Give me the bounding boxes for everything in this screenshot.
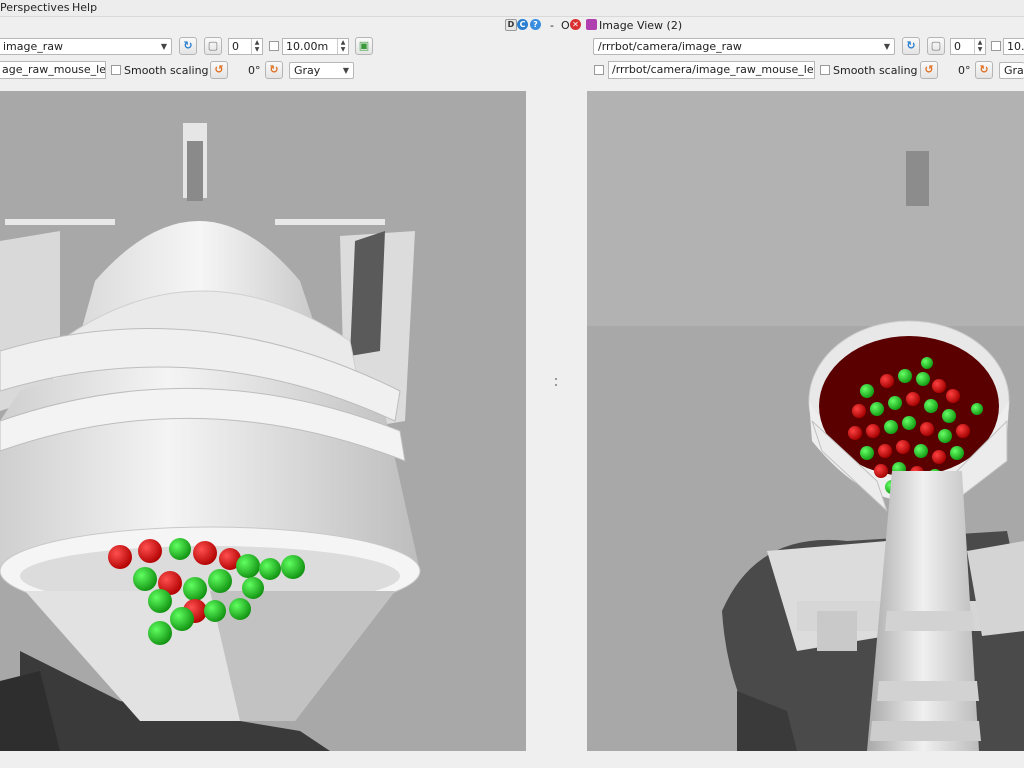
save-icon: ▢ (207, 39, 219, 52)
left-image-view[interactable] (0, 91, 526, 751)
right-dynamic-range-checkbox[interactable] (991, 41, 1001, 51)
right-topic-value: /rrrbot/camera/image_raw (598, 40, 742, 53)
right-camera-image (587, 91, 1024, 751)
left-rotation-label: 0° (248, 64, 261, 77)
right-topic-combo[interactable]: /rrrbot/camera/image_raw ▼ (593, 38, 895, 55)
left-min-value: 0 (232, 40, 239, 53)
rotate-left-icon: ↺ (214, 63, 224, 76)
restore-button[interactable]: O (561, 19, 570, 32)
plugin-titlebar: D C ? - O ✕ Image View (2) (0, 17, 1024, 34)
right-save-button[interactable]: ▢ (927, 37, 945, 55)
left-save-button[interactable]: ▢ (204, 37, 222, 55)
minimize-button[interactable]: - (550, 19, 554, 32)
left-color-scheme-combo[interactable]: Gray ▼ (289, 62, 354, 79)
right-image-view[interactable] (587, 91, 1024, 751)
left-max-value: 10.00m (286, 40, 329, 53)
dock-icon[interactable]: D (505, 19, 517, 31)
spin-arrows-icon[interactable]: ▲ ▼ (251, 39, 262, 54)
right-color-scheme-value: Gray (1004, 64, 1024, 77)
left-topic-combo[interactable]: image_raw ▼ (0, 38, 172, 55)
right-smooth-scaling-checkbox[interactable] (820, 65, 830, 75)
chevron-down-icon: ▼ (160, 42, 167, 51)
refresh-icon: ↻ (183, 39, 193, 52)
right-max-value: 10. (1007, 40, 1024, 53)
left-dynamic-range-checkbox[interactable] (269, 41, 279, 51)
left-rotate-left-button[interactable]: ↺ (210, 61, 228, 79)
menubar: Perspectives Help (0, 0, 1024, 16)
image-view-icon (586, 19, 597, 30)
right-min-spinbox[interactable]: 0 ▲ ▼ (950, 38, 986, 55)
left-smooth-scaling-label: Smooth scaling (124, 64, 209, 77)
rotate-right-icon: ↻ (979, 63, 989, 76)
right-rotation-label: 0° (958, 64, 971, 77)
image-icon: ▣ (358, 39, 370, 52)
left-mouse-topic-field[interactable]: age_raw_mouse_left (0, 61, 106, 79)
left-color-scheme-value: Gray (294, 64, 321, 77)
spin-arrows-icon[interactable]: ▲ ▼ (974, 39, 985, 54)
reload-icon[interactable]: C (517, 19, 528, 30)
right-min-value: 0 (954, 40, 961, 53)
left-topic-value: image_raw (3, 40, 64, 53)
right-smooth-scaling-label: Smooth scaling (833, 64, 918, 77)
right-refresh-button[interactable]: ↻ (902, 37, 920, 55)
help-icon[interactable]: ? (530, 19, 541, 30)
left-max-spinbox[interactable]: 10.00m ▲ ▼ (282, 38, 349, 55)
left-rotate-right-button[interactable]: ↻ (265, 61, 283, 79)
left-min-spinbox[interactable]: 0 ▲ ▼ (228, 38, 263, 55)
right-mouse-topic-field[interactable]: /rrrbot/camera/image_raw_mouse_left (608, 61, 815, 79)
chevron-down-icon: ▼ (342, 66, 349, 75)
right-publish-checkbox[interactable] (594, 65, 604, 75)
left-smooth-scaling-checkbox[interactable] (111, 65, 121, 75)
menu-perspectives[interactable]: Perspectives (0, 1, 69, 14)
chevron-down-icon: ▼ (883, 42, 890, 51)
refresh-icon: ↻ (906, 39, 916, 52)
window-title: Image View (2) (599, 19, 683, 32)
right-rotate-right-button[interactable]: ↻ (975, 61, 993, 79)
splitter-handle[interactable] (553, 370, 559, 400)
save-icon: ▢ (930, 39, 942, 52)
close-icon[interactable]: ✕ (570, 19, 581, 30)
right-max-spinbox[interactable]: 10. (1003, 38, 1024, 55)
menu-help[interactable]: Help (72, 1, 97, 14)
rotate-left-icon: ↺ (924, 63, 934, 76)
left-camera-image (0, 91, 526, 751)
right-color-scheme-combo[interactable]: Gray (999, 62, 1024, 79)
rotate-right-icon: ↻ (269, 63, 279, 76)
left-image-button[interactable]: ▣ (355, 37, 373, 55)
right-rotate-left-button[interactable]: ↺ (920, 61, 938, 79)
spin-arrows-icon[interactable]: ▲ ▼ (337, 39, 348, 54)
left-refresh-button[interactable]: ↻ (179, 37, 197, 55)
